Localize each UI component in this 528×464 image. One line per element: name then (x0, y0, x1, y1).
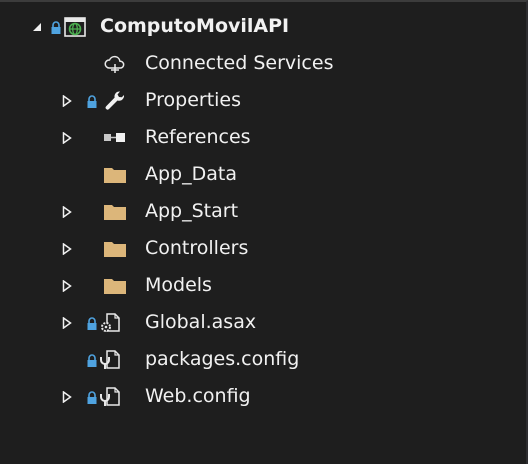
wrench-icon (102, 90, 128, 112)
collapsed-arrow-icon[interactable] (60, 390, 74, 404)
expanded-arrow-icon[interactable] (30, 20, 44, 34)
tree-item-label: Web.config (145, 385, 251, 407)
lock-icon (86, 93, 98, 109)
tree-item-label: Global.asax (145, 311, 257, 333)
tree-item-web-config[interactable]: Web.config (0, 378, 526, 415)
collapsed-arrow-icon[interactable] (60, 131, 74, 145)
collapsed-arrow-icon[interactable] (60, 242, 74, 256)
solution-tree: ComputoMovilAPI Connected Services Prope… (0, 8, 526, 415)
tree-item-models[interactable]: Models (0, 267, 526, 304)
project-name-label: ComputoMovilAPI (100, 15, 290, 37)
config-file-icon (98, 349, 124, 371)
tree-item-label: References (145, 126, 251, 148)
tree-item-global-asax[interactable]: Global.asax (0, 304, 526, 341)
tree-item-project[interactable]: ComputoMovilAPI (0, 8, 526, 45)
references-icon (102, 127, 128, 149)
folder-icon (102, 164, 128, 186)
tree-item-label: Controllers (145, 237, 249, 259)
globe-project-icon (62, 16, 88, 38)
tree-item-label: Connected Services (145, 52, 334, 74)
folder-icon (102, 275, 128, 297)
collapsed-arrow-icon[interactable] (60, 94, 74, 108)
tree-item-properties[interactable]: Properties (0, 82, 526, 119)
tree-item-label: packages.config (145, 348, 300, 370)
tree-item-references[interactable]: References (0, 119, 526, 156)
tree-item-label: App_Data (145, 163, 237, 185)
tree-item-controllers[interactable]: Controllers (0, 230, 526, 267)
solution-explorer-panel: ComputoMovilAPI Connected Services Prope… (0, 0, 528, 464)
folder-icon (102, 238, 128, 260)
lock-icon (86, 352, 98, 368)
folder-icon (102, 201, 128, 223)
tree-item-label: Models (145, 274, 212, 296)
config-file-icon (98, 386, 124, 408)
tree-item-label: Properties (145, 89, 242, 111)
tree-item-label: App_Start (145, 200, 239, 222)
lock-icon (86, 315, 98, 331)
collapsed-arrow-icon[interactable] (60, 316, 74, 330)
lock-icon (50, 19, 62, 35)
tree-item-app-start[interactable]: App_Start (0, 193, 526, 230)
cloud-icon (102, 53, 128, 75)
lock-icon (86, 389, 98, 405)
tree-item-app-data[interactable]: App_Data (0, 156, 526, 193)
gear-file-icon (98, 312, 124, 334)
tree-item-connected-services[interactable]: Connected Services (0, 45, 526, 82)
collapsed-arrow-icon[interactable] (60, 279, 74, 293)
collapsed-arrow-icon[interactable] (60, 205, 74, 219)
tree-item-packages-config[interactable]: packages.config (0, 341, 526, 378)
